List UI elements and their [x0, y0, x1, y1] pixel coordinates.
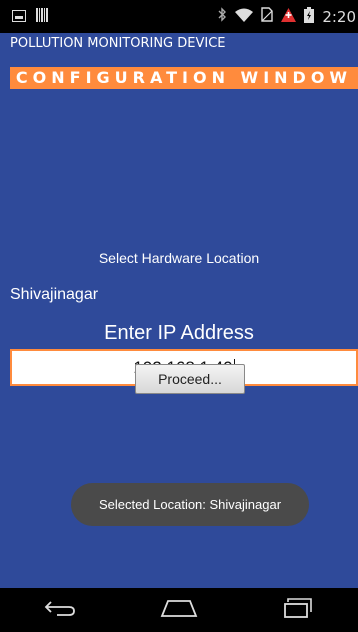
main-content: CONFIGURATION WINDOW Select Hardware Loc… — [0, 55, 358, 588]
back-button[interactable] — [30, 588, 90, 632]
back-icon — [43, 599, 77, 621]
bluetooth-icon — [217, 7, 227, 26]
app-title: POLLUTION MONITORING DEVICE — [0, 33, 358, 55]
no-sim-icon — [261, 7, 274, 26]
status-right: 2:20 — [217, 0, 358, 33]
screenshot-icon — [12, 7, 26, 26]
recents-icon — [284, 598, 313, 622]
proceed-button[interactable]: Proceed... — [135, 364, 245, 394]
select-location-label: Select Hardware Location — [98, 250, 260, 266]
barcode-icon — [36, 7, 48, 26]
home-icon — [160, 599, 198, 621]
location-spinner[interactable]: Shivajinagar — [10, 286, 98, 304]
configuration-banner: CONFIGURATION WINDOW — [10, 67, 358, 89]
recents-button[interactable] — [268, 588, 328, 632]
wifi-icon — [235, 7, 254, 26]
toast-message: Selected Location: Shivajinagar — [71, 483, 309, 526]
navigation-bar — [0, 588, 358, 632]
ip-address-label: Enter IP Address — [104, 322, 254, 344]
status-bar: 2:20 — [0, 0, 358, 33]
status-left — [12, 7, 48, 26]
clock-time: 2:20 — [322, 7, 356, 26]
alert-icon — [281, 7, 297, 26]
home-button[interactable] — [149, 588, 209, 632]
battery-charging-icon — [304, 6, 315, 27]
